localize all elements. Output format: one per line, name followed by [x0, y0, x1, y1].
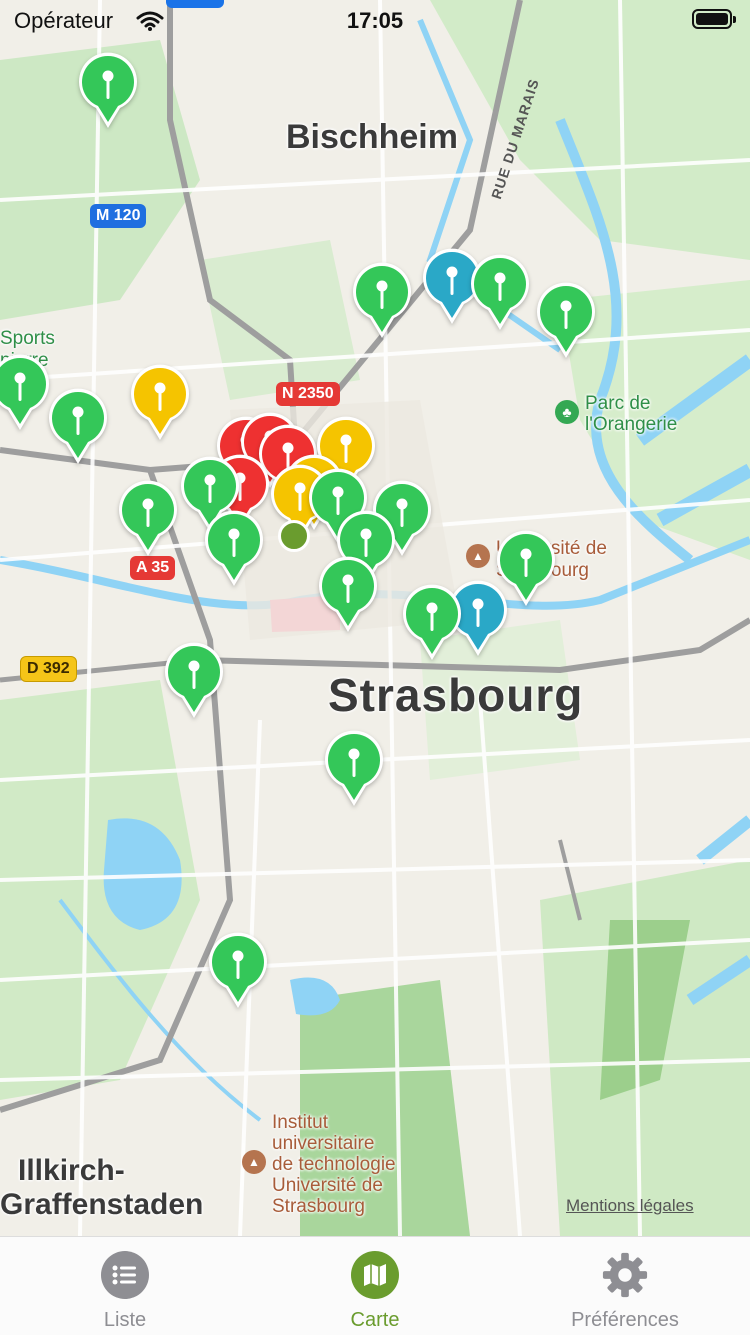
institut-label-2: universitaire [272, 1133, 375, 1154]
map-pin-green[interactable] [400, 584, 464, 664]
institut-label-1: Institut [272, 1112, 328, 1133]
map-pin-green[interactable] [206, 932, 270, 1012]
clock: 17:05 [346, 8, 404, 33]
map-pin-green[interactable] [46, 388, 110, 468]
map-pin-yellow[interactable] [128, 364, 192, 444]
map-pin-green[interactable] [322, 730, 386, 810]
university-icon: ▲ [466, 544, 490, 568]
status-indicator-pill [166, 0, 224, 8]
institut-label-3: de technologie [272, 1154, 396, 1175]
status-bar: Opérateur 17:05 [0, 0, 750, 40]
tab-preferences[interactable]: Préférences [500, 1237, 750, 1335]
parc-label-2: l'Orangerie [585, 414, 678, 435]
tab-carte-label: Carte [350, 1309, 400, 1331]
tab-liste-label: Liste [103, 1309, 147, 1331]
sports-label: Sports [0, 328, 55, 349]
map-view[interactable]: Bischheim Strasbourg Illkirch- Graffenst… [0, 0, 750, 1236]
road-shield-n2350: N 2350 [276, 382, 340, 406]
map-icon [351, 1251, 399, 1299]
map-pin-green[interactable] [534, 282, 598, 362]
battery-icon [692, 9, 736, 29]
gear-icon [601, 1251, 649, 1299]
institute-icon: ▲ [242, 1150, 266, 1174]
map-pin-green[interactable] [0, 354, 52, 434]
map-pin-green[interactable] [116, 480, 180, 560]
bischheim-label: Bischheim [286, 118, 458, 156]
graffenstaden-label: Graffenstaden [0, 1188, 204, 1221]
park-icon: ♣ [555, 400, 579, 424]
tab-bar: Liste Carte Préférences [0, 1236, 750, 1335]
map-pin-green[interactable] [316, 556, 380, 636]
cluster-dot[interactable] [278, 520, 310, 552]
map-pin-green[interactable] [162, 642, 226, 722]
strasbourg-label: Strasbourg [328, 669, 584, 721]
map-pin-green[interactable] [468, 254, 532, 334]
map-pin-green[interactable] [350, 262, 414, 342]
road-shield-m120: M 120 [90, 204, 147, 228]
tab-preferences-label: Préférences [571, 1309, 679, 1331]
map-pin-green[interactable] [76, 52, 140, 132]
road-shield-d392: D 392 [20, 656, 77, 682]
legal-link[interactable]: Mentions légales [566, 1196, 694, 1216]
parc-label: Parc de [585, 393, 651, 414]
tab-liste[interactable]: Liste [0, 1237, 250, 1335]
map-pin-green[interactable] [202, 510, 266, 590]
tab-carte[interactable]: Carte [250, 1237, 500, 1335]
list-icon [101, 1251, 149, 1299]
illkirch-label: Illkirch- [18, 1154, 125, 1187]
institut-label-4: Université de [272, 1175, 383, 1196]
institut-label-5: Strasbourg [272, 1196, 365, 1217]
